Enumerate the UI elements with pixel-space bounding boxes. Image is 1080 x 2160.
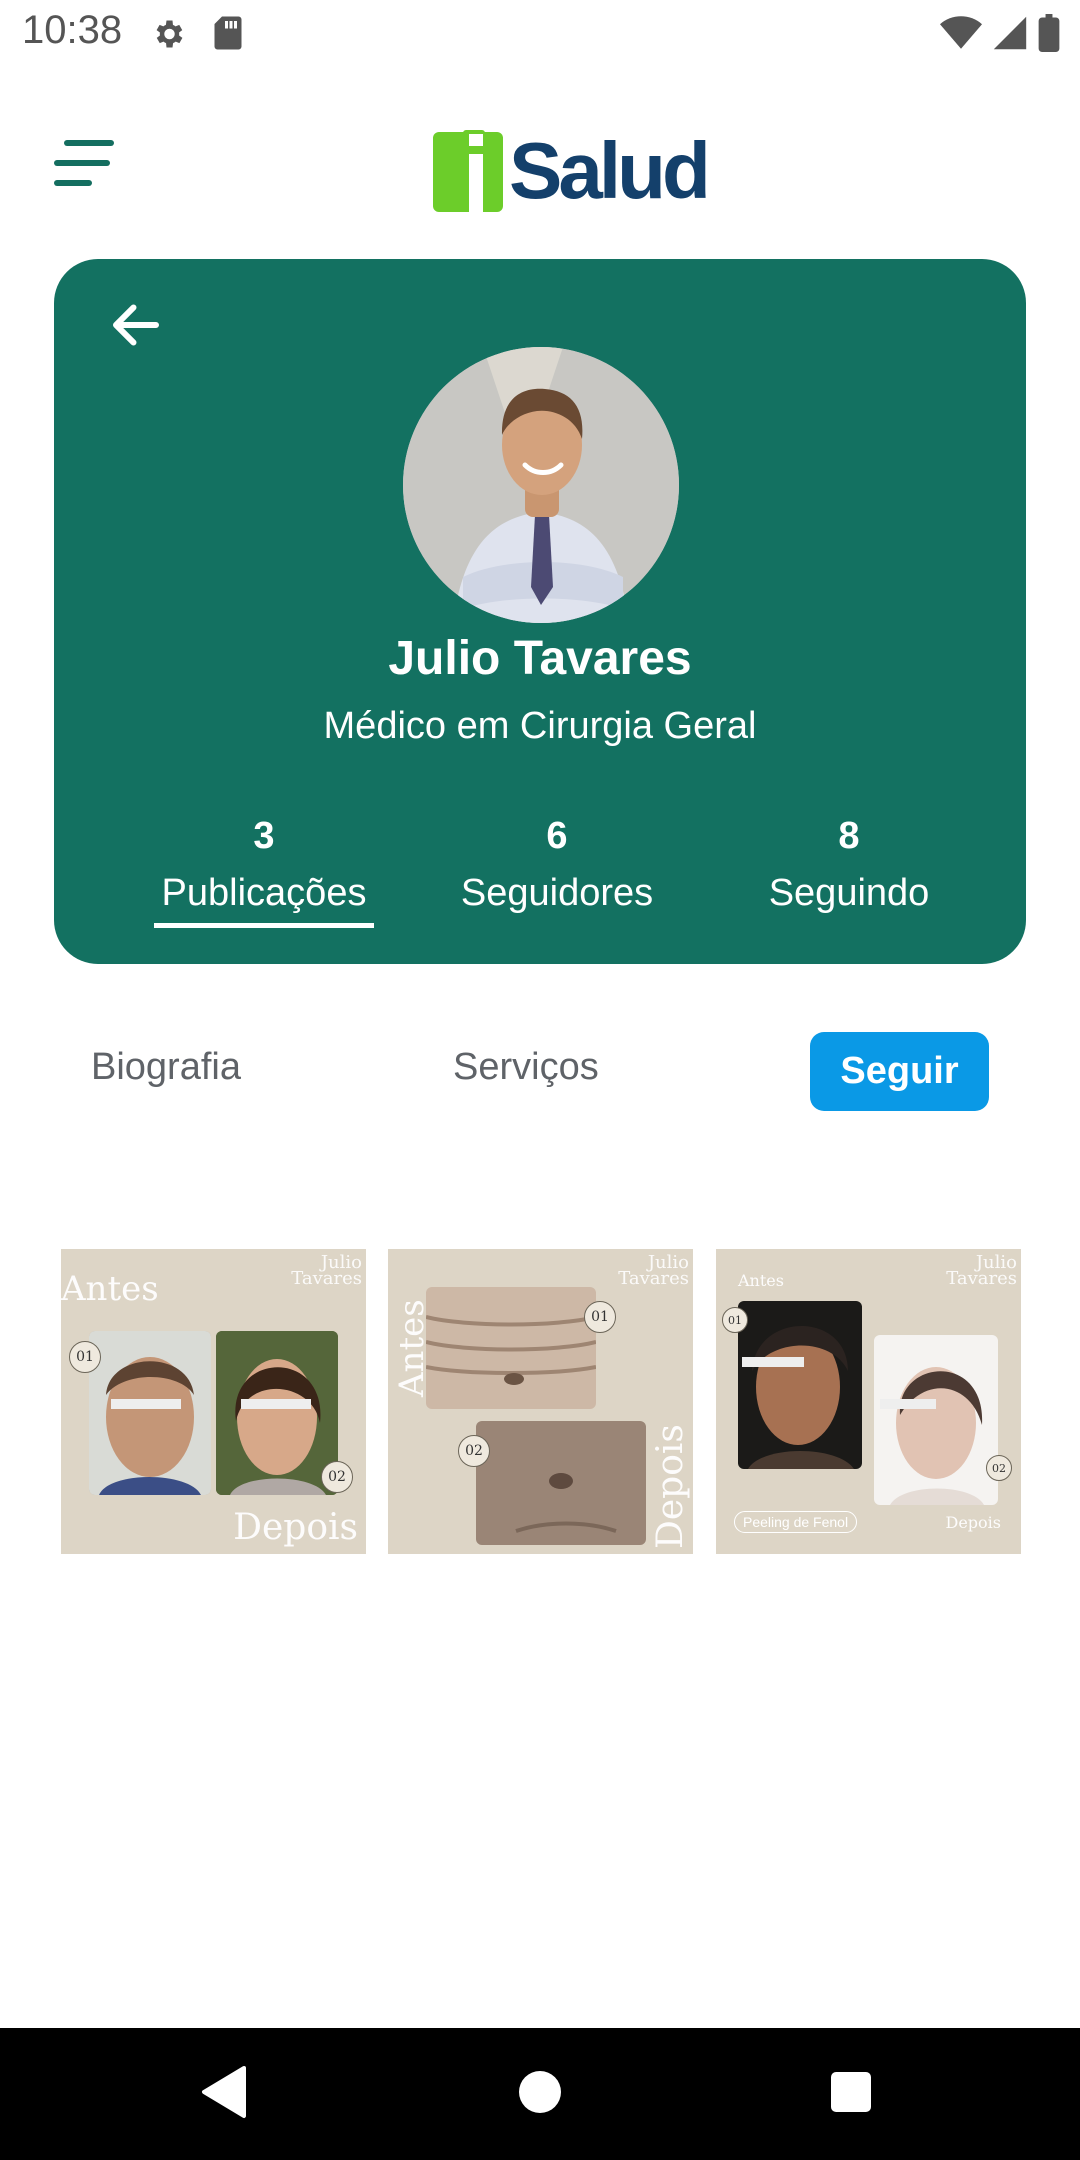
post-photo-after	[476, 1421, 646, 1545]
status-time: 10:38	[22, 8, 123, 52]
gear-icon	[150, 16, 186, 57]
post-badge: 01	[69, 1341, 101, 1373]
sd-card-icon	[212, 15, 244, 56]
logo-mark-icon	[433, 130, 515, 212]
system-nav-bar	[0, 2028, 1080, 2160]
post-tag: Peeling de Fenol	[734, 1511, 858, 1533]
home-circle-icon	[519, 2071, 561, 2113]
profile-name: Julio Tavares	[388, 632, 692, 685]
stat-value: 3	[253, 815, 275, 857]
avatar	[403, 347, 679, 623]
back-button[interactable]	[106, 295, 166, 355]
post-badge: 02	[986, 1455, 1012, 1481]
stat-publications[interactable]: 3 Publicações	[154, 815, 374, 928]
post-thumbnail[interactable]: Julio Tavares Antes Depois 01 02	[388, 1249, 693, 1554]
stat-label: Seguidores	[460, 872, 654, 914]
stat-value: 8	[838, 815, 860, 857]
tab-services[interactable]: Serviços	[453, 1046, 599, 1089]
stat-following[interactable]: 8 Seguindo	[754, 815, 944, 923]
back-triangle-icon	[202, 2066, 246, 2118]
stat-label: Publicações	[154, 872, 374, 928]
wifi-icon	[940, 15, 982, 56]
profile-specialty: Médico em Cirurgia Geral	[323, 705, 757, 747]
menu-icon	[64, 140, 114, 146]
profile-card: Julio Tavares Médico em Cirurgia Geral 3…	[54, 259, 1026, 964]
post-after-label: Depois	[945, 1513, 1002, 1532]
post-before-label: Antes	[61, 1269, 159, 1309]
post-before-label: Antes	[738, 1271, 784, 1290]
arrow-left-icon	[113, 304, 159, 346]
tab-biography[interactable]: Biografia	[91, 1046, 241, 1089]
menu-button[interactable]	[50, 136, 114, 196]
post-photo-after	[874, 1335, 998, 1505]
post-badge: 02	[458, 1435, 490, 1467]
signal-icon	[992, 15, 1028, 56]
post-photo-after	[216, 1331, 338, 1495]
post-badge: 01	[584, 1301, 616, 1333]
stat-value: 6	[546, 815, 568, 857]
post-thumbnail[interactable]: Julio Tavares Antes 01 02 Peeling de Fen…	[716, 1249, 1021, 1554]
app-logo: Salud	[433, 126, 711, 215]
stat-label: Seguindo	[768, 872, 930, 914]
post-photo-before	[89, 1331, 211, 1495]
post-watermark: Julio Tavares	[946, 1252, 1017, 1289]
post-watermark: Julio Tavares	[618, 1252, 689, 1289]
post-watermark: Julio Tavares	[291, 1252, 362, 1289]
nav-back-button[interactable]	[200, 2064, 248, 2125]
nav-recents-button[interactable]	[829, 2064, 873, 2125]
status-bar: 10:38	[0, 0, 1080, 66]
post-before-label: Antes	[392, 1299, 432, 1397]
battery-icon	[1038, 14, 1060, 57]
post-badge: 01	[722, 1307, 748, 1333]
post-thumbnail[interactable]: Julio Tavares Antes 01 02 Depois	[61, 1249, 366, 1554]
post-photo-before	[738, 1301, 862, 1469]
follow-button[interactable]: Seguir	[810, 1032, 989, 1111]
post-after-label: Depois	[650, 1424, 691, 1549]
stat-followers[interactable]: 6 Seguidores	[452, 815, 662, 923]
logo-text: Salud	[509, 126, 711, 215]
post-photo-before	[426, 1287, 596, 1409]
recents-square-icon	[831, 2072, 871, 2112]
post-after-label: Depois	[233, 1507, 358, 1548]
post-badge: 02	[321, 1461, 353, 1493]
nav-home-button[interactable]	[518, 2064, 562, 2125]
